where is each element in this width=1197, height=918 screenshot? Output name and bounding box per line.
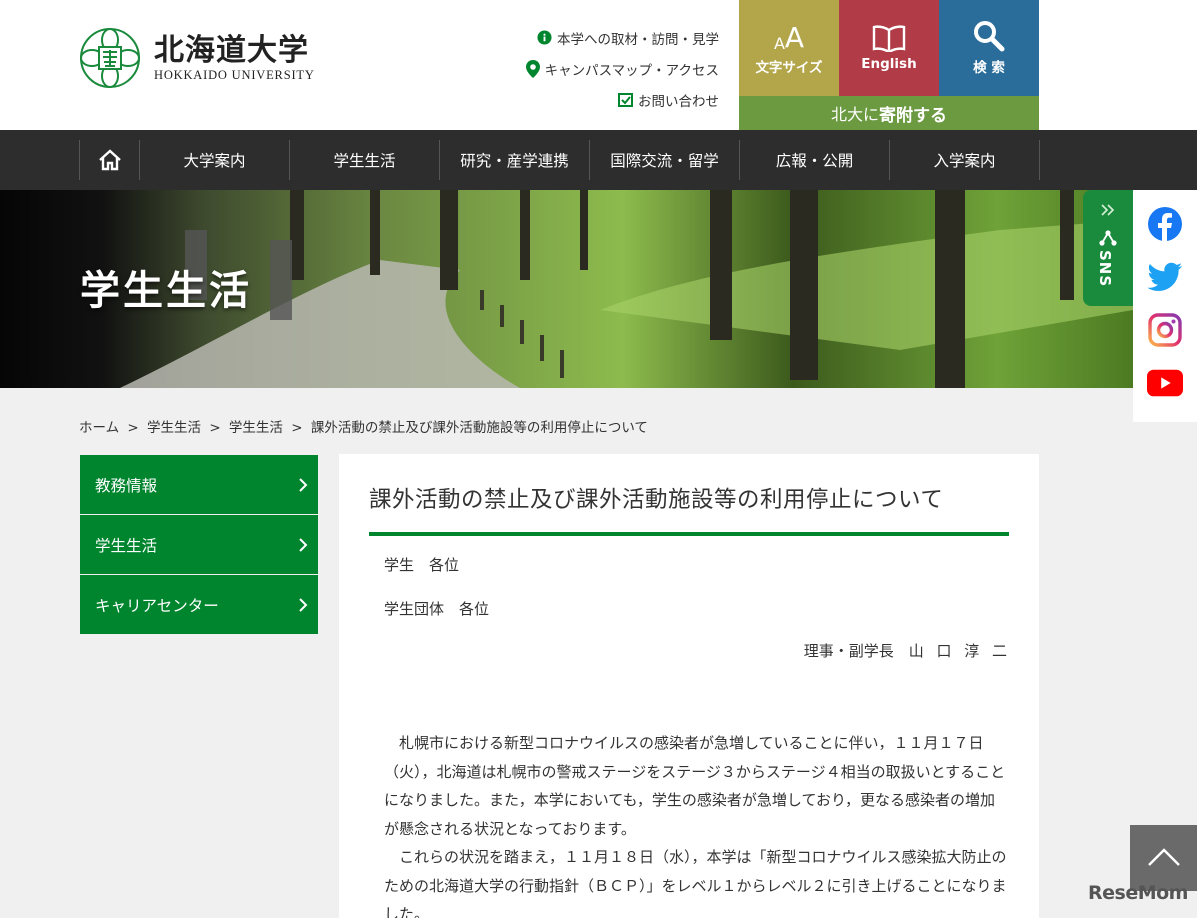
chevron-right-icon (299, 597, 308, 612)
nav-admissions[interactable]: 入学案内 (890, 140, 1040, 180)
quick-link-contact[interactable]: お問い合わせ (526, 84, 719, 115)
donate-button[interactable]: 北大に 寄附する (739, 96, 1039, 130)
quick-links: 本学への取材・訪問・見学 キャンパスマップ・アクセス お問い合わせ (525, 22, 719, 115)
map-pin-icon (525, 59, 540, 78)
font-size-button[interactable]: AA 文字サイズ (739, 0, 839, 96)
nav-student-life[interactable]: 学生生活 (290, 140, 440, 180)
english-button[interactable]: English (839, 0, 939, 96)
logo-name-jp: 北海道大学 (154, 32, 309, 68)
twitter-icon (1147, 262, 1182, 291)
chevron-up-icon (1148, 848, 1180, 866)
sidebar-menu: 教務情報 学生生活 キャリアセンター (80, 455, 318, 635)
chevron-right-icon (299, 537, 308, 552)
university-logo[interactable]: 北海道大学 HOKKAIDO UNIVERSITY (78, 26, 315, 90)
article: 課外活動の禁止及び課外活動施設等の利用停止について 学生 各位 学生団体 各位 … (339, 454, 1039, 918)
site-header: 北海道大学 HOKKAIDO UNIVERSITY 本学への取材・訪問・見学 キ… (0, 0, 1197, 130)
instagram-icon (1148, 313, 1182, 347)
nav-research[interactable]: 研究・産学連携 (440, 140, 590, 180)
share-icon (1099, 230, 1117, 246)
double-chevron-right-icon (1101, 204, 1115, 216)
breadcrumb-student-life-sub[interactable]: 学生生活 (229, 420, 283, 436)
global-nav: 大学案内 学生生活 研究・産学連携 国際交流・留学 広報・公開 入学案内 (0, 130, 1197, 190)
breadcrumb-home[interactable]: ホーム (79, 420, 119, 436)
hero-banner: 学生生活 (0, 190, 1133, 388)
article-title: 課外活動の禁止及び課外活動施設等の利用停止について (369, 482, 1009, 536)
nav-about[interactable]: 大学案内 (140, 140, 290, 180)
article-paragraph: これらの状況を踏まえ，１１月１８日（水），本学は「新型コロナウイルス感染拡大防止… (384, 848, 1007, 918)
quick-link-visit[interactable]: 本学への取材・訪問・見学 (526, 22, 719, 53)
breadcrumb: ホーム > 学生生活 > 学生生活 > 課外活動の禁止及び課外活動施設等の利用停… (79, 416, 652, 436)
sender: 理事・副学長 山 口 淳 二 (803, 642, 1007, 660)
chevron-right-icon (299, 477, 308, 492)
youtube-link[interactable] (1147, 365, 1183, 401)
nav-international[interactable]: 国際交流・留学 (590, 140, 740, 180)
info-icon (537, 30, 552, 45)
addressee-student-groups: 学生団体 各位 (384, 600, 490, 618)
breadcrumb-separator: > (127, 420, 139, 436)
quick-link-map[interactable]: キャンパスマップ・アクセス (525, 53, 719, 84)
breadcrumb-current: 課外活動の禁止及び課外活動施設等の利用停止について (310, 420, 648, 436)
sidebar-item-academic-affairs[interactable]: 教務情報 (80, 455, 318, 514)
youtube-icon (1147, 369, 1183, 397)
facebook-link[interactable] (1147, 206, 1183, 242)
instagram-link[interactable] (1147, 312, 1183, 348)
home-icon (98, 149, 121, 171)
article-body: 札幌市における新型コロナウイルスの感染者が急増していることに伴い，１１月１７日（… (384, 729, 1009, 918)
addressee-students: 学生 各位 (384, 556, 460, 574)
sns-toggle-tab[interactable]: SNS (1083, 190, 1133, 306)
sns-links (1133, 190, 1197, 422)
breadcrumb-separator: > (209, 420, 221, 436)
breadcrumb-separator: > (291, 420, 303, 436)
resemom-watermark: ReseMom (1088, 882, 1188, 904)
sns-label: SNS (1096, 250, 1114, 288)
mail-check-icon (618, 92, 633, 107)
sidebar-item-career-center[interactable]: キャリアセンター (80, 575, 318, 634)
hero-title: 学生生活 (80, 268, 252, 314)
nav-public-relations[interactable]: 広報・公開 (740, 140, 890, 180)
logo-name-en: HOKKAIDO UNIVERSITY (154, 67, 315, 82)
book-icon (872, 25, 906, 52)
sidebar-item-student-life[interactable]: 学生生活 (80, 515, 318, 574)
search-icon (974, 21, 1005, 52)
nav-home[interactable] (80, 140, 140, 180)
search-button[interactable]: 検 索 (939, 0, 1039, 96)
font-size-icon: AA (773, 21, 805, 54)
university-emblem-icon (80, 28, 140, 88)
facebook-icon (1148, 207, 1182, 241)
twitter-link[interactable] (1147, 259, 1183, 295)
article-paragraph: 札幌市における新型コロナウイルスの感染者が急増していることに伴い，１１月１７日（… (384, 734, 1006, 838)
breadcrumb-student-life[interactable]: 学生生活 (147, 420, 201, 436)
